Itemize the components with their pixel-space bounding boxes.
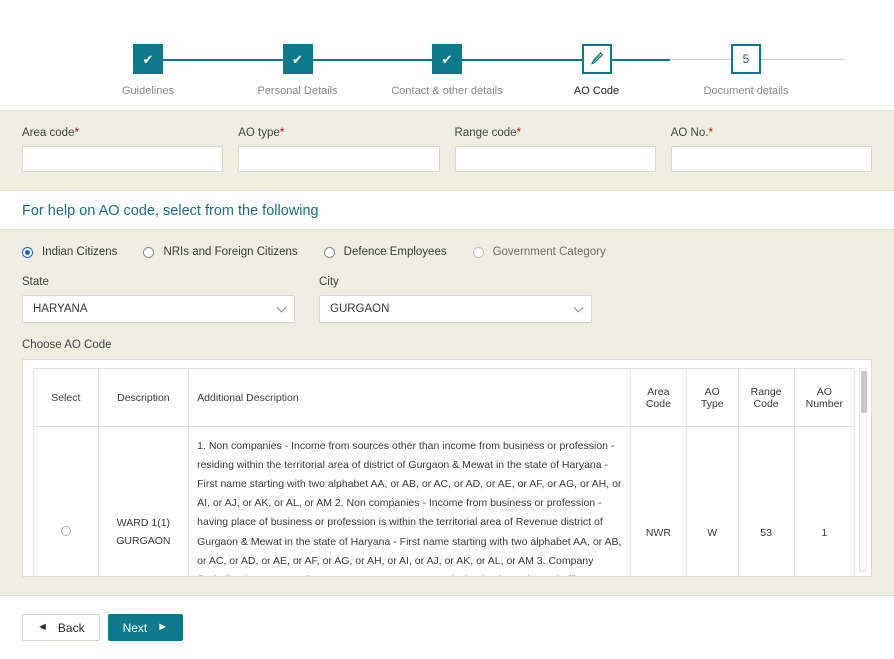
chevron-down-icon [573,302,584,313]
radio-label: NRIs and Foreign Citizens [163,246,298,258]
required-marker: * [279,127,285,139]
field-label: Range code* [454,127,522,139]
cell-range-code: 53 [737,425,795,576]
stepper-step-guidelines[interactable]: ✔ Guidelines [88,44,208,97]
column-header-ao-type: AO Type [685,368,739,427]
ao-code-field-row: Area code* AO type* Range code* AO No.* [22,127,872,172]
field-label: AO No.* [670,127,713,139]
arrow-right-icon: ► [157,621,169,633]
help-band: For help on AO code, select from the fol… [0,191,894,229]
radio-icon[interactable] [143,246,155,258]
column-header-range-code: Range Code [737,368,795,427]
ao-selection-panel: Indian Citizens NRIs and Foreign Citizen… [0,229,894,596]
table-header: Select Description Additional Descriptio… [33,368,856,427]
stepper-step-label: Personal Details [257,85,338,97]
stepper-step-ao-code[interactable]: AO Code [537,44,657,97]
range-code-input[interactable] [454,146,656,172]
progress-stepper: ✔ Guidelines ✔ Personal Details ✔ Contac… [0,0,894,110]
form-footer: ◄ Back Next ► [0,596,894,659]
cell-select[interactable] [33,425,99,576]
back-button-label: Back [57,620,85,635]
category-radio-group: Indian Citizens NRIs and Foreign Citizen… [22,246,872,258]
check-icon: ✔ [282,44,313,74]
ao-code-fields-panel: Area code* AO type* Range code* AO No.* [0,110,894,191]
table-body: WARD 1(1) GURGAON 1. Non companies - Inc… [33,425,856,576]
city-select[interactable]: GURGAON [319,295,592,323]
stepper-step-label: Guidelines [122,85,174,97]
city-label: City [319,276,339,288]
radio-label: Defence Employees [343,246,447,258]
state-select-group: State HARYANA [22,276,295,323]
radio-defence-employees[interactable]: Defence Employees [323,246,447,258]
state-label: State [22,276,49,288]
column-header-ao-number: AO Number [793,368,856,427]
required-marker: * [708,127,713,139]
column-header-area-code: Area Code [629,368,687,427]
required-marker: * [516,127,522,139]
stepper-step-label: Contact & other details [391,85,503,97]
help-title: For help on AO code, select from the fol… [22,203,319,219]
cell-ao-number: 1 [793,425,856,576]
table-header-row: Select Description Additional Descriptio… [33,368,856,427]
check-icon: ✔ [133,44,163,74]
stepper-step-label: Document details [703,85,789,97]
step-number: 5 [731,44,761,74]
radio-label: Indian Citizens [42,246,118,258]
city-selected-value: GURGAON [330,303,390,315]
cell-description: WARD 1(1) GURGAON [97,425,190,576]
radio-icon[interactable] [472,246,484,258]
cell-area-code: NWR [629,425,687,576]
city-select-group: City GURGAON [319,276,592,323]
row-select-radio-icon[interactable] [60,526,71,537]
stepper-step-document-details[interactable]: 5 Document details [686,44,806,97]
radio-icon[interactable] [22,246,33,258]
pencil-icon [581,44,612,74]
radio-nris-foreign-citizens[interactable]: NRIs and Foreign Citizens [143,246,298,258]
state-select[interactable]: HARYANA [22,295,295,323]
radio-icon[interactable] [323,246,335,258]
ao-no-input[interactable] [670,146,872,172]
ao-code-table-container[interactable]: Select Description Additional Descriptio… [22,359,872,577]
additional-description-text: 1. Non companies - Income from sources o… [197,440,622,576]
field-range-code: Range code* [454,127,656,172]
required-marker: * [74,127,79,139]
table-scrollbar[interactable] [859,368,867,572]
next-button[interactable]: Next ► [107,614,184,641]
cell-additional-description: 1. Non companies - Income from sources o… [188,425,631,576]
cell-ao-type: W [685,425,739,576]
arrow-left-icon: ◄ [37,621,48,633]
radio-indian-citizens[interactable]: Indian Citizens [22,246,117,258]
column-header-description: Description [97,368,190,427]
area-code-input[interactable] [22,146,224,172]
radio-government-category[interactable]: Government Category [472,246,606,258]
back-button[interactable]: ◄ Back [22,614,100,641]
column-header-select: Select [33,368,99,427]
stepper-step-label: AO Code [573,85,620,97]
next-button-label: Next [122,620,148,635]
check-icon: ✔ [432,44,462,74]
stepper-step-contact-other-details[interactable]: ✔ Contact & other details [387,44,507,97]
location-select-row: State HARYANA City GURGAON [22,276,872,323]
column-header-additional-description: Additional Description [188,368,631,427]
field-label: Area code* [22,127,79,139]
radio-label: Government Category [492,246,606,258]
ao-code-table: Select Description Additional Descriptio… [33,368,856,576]
table-row[interactable]: WARD 1(1) GURGAON 1. Non companies - Inc… [33,425,856,576]
field-ao-no: AO No.* [670,127,872,172]
table-scrollbar-thumb[interactable] [861,371,867,413]
field-ao-type: AO type* [238,127,440,172]
field-label: AO type* [238,127,285,139]
field-area-code: Area code* [22,127,224,172]
chevron-down-icon [276,302,287,313]
stepper-steps: ✔ Guidelines ✔ Personal Details ✔ Contac… [88,0,844,97]
choose-ao-code-label: Choose AO Code [22,339,112,351]
stepper-step-personal-details[interactable]: ✔ Personal Details [238,44,358,97]
state-selected-value: HARYANA [33,303,88,315]
ao-type-input[interactable] [238,146,440,172]
